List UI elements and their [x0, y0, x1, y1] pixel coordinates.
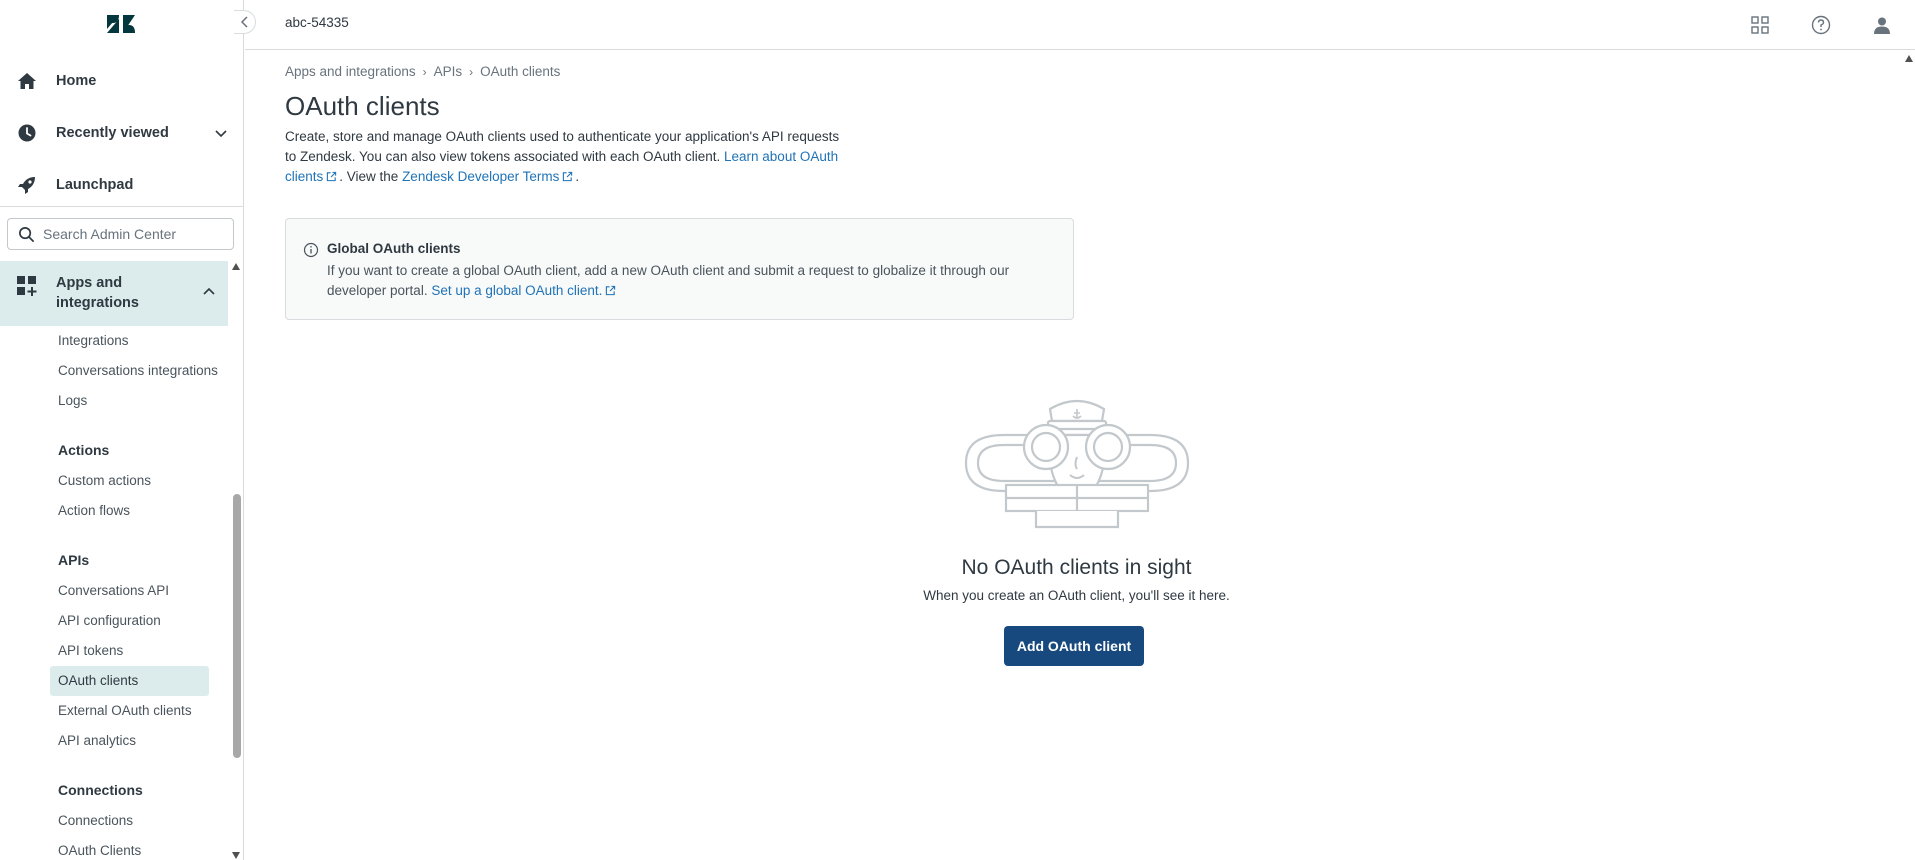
nav-scroll-area: Apps and integrations Integrations Conver…	[0, 261, 243, 860]
nav-subitem[interactable]: OAuth Clients	[0, 836, 228, 860]
nav-section-apps-integrations[interactable]: Apps and integrations	[0, 261, 228, 326]
nav-subitem[interactable]: Action flows	[0, 496, 228, 526]
nav-item-label: Launchpad	[56, 177, 134, 193]
breadcrumb-current: OAuth clients	[480, 64, 561, 79]
main-scroll-up-arrow[interactable]	[1905, 55, 1913, 62]
nav-subitem[interactable]: Custom actions	[0, 466, 228, 496]
nav-sub-list: Integrations Conversations integrations Lo…	[0, 326, 228, 860]
scroll-down-arrow[interactable]	[232, 852, 240, 859]
side-nav: Home Recently viewed Launchpad Search Ad…	[0, 0, 244, 860]
primary-nav: Home Recently viewed Launchpad	[0, 55, 243, 211]
nav-subitem[interactable]: API tokens	[0, 636, 228, 666]
nav-item-recently-viewed[interactable]: Recently viewed	[0, 107, 243, 159]
rocket-icon	[16, 174, 38, 196]
apps-icon	[17, 276, 37, 296]
nav-subitem[interactable]: Conversations API	[0, 576, 228, 606]
nav-item-launchpad[interactable]: Launchpad	[0, 159, 243, 211]
nav-item-label: Home	[56, 73, 97, 89]
nav-group-heading: Actions	[58, 442, 110, 458]
products-grid-icon[interactable]	[1748, 13, 1772, 37]
chevron-right-icon: ›	[469, 64, 474, 79]
notice-text: If you want to create a global OAuth cli…	[327, 263, 1010, 298]
desc-text: . View the	[339, 169, 403, 184]
help-icon[interactable]	[1809, 13, 1833, 37]
nav-subitem[interactable]: Connections	[0, 806, 228, 836]
nav-scrollbar-thumb[interactable]	[233, 494, 241, 758]
nav-subitem-active[interactable]: OAuth clients	[50, 666, 209, 696]
nav-group-heading: Connections	[58, 782, 143, 798]
link-text: Set up a global OAuth client.	[431, 283, 603, 298]
external-link-icon	[327, 171, 337, 182]
add-oauth-client-button[interactable]: Add OAuth client	[1004, 626, 1144, 666]
global-oauth-notice: Global OAuth clients If you want to crea…	[285, 218, 1074, 320]
nav-item-home[interactable]: Home	[0, 55, 243, 107]
link-text: Zendesk Developer Terms	[402, 169, 560, 184]
nav-section-label: Apps and integrations	[56, 275, 139, 311]
external-link-icon	[606, 285, 616, 296]
search-icon	[19, 226, 34, 242]
nav-subitem[interactable]: Logs	[0, 386, 228, 416]
nav-subitem[interactable]: External OAuth clients	[0, 696, 228, 726]
top-bar: abc-54335	[245, 0, 1915, 50]
notice-title: Global OAuth clients	[327, 241, 461, 256]
main-content: Apps and integrations › APIs › OAuth cli…	[245, 51, 1915, 860]
breadcrumb: Apps and integrations › APIs › OAuth cli…	[285, 64, 560, 79]
global-client-link[interactable]: Set up a global OAuth client.	[431, 283, 618, 298]
breadcrumb-item[interactable]: Apps and integrations	[285, 64, 416, 79]
nav-subitem[interactable]: API analytics	[0, 726, 228, 756]
nav-subitem[interactable]: Conversations integrations	[0, 356, 228, 386]
admin-search[interactable]	[7, 218, 234, 250]
nav-item-label: Recently viewed	[56, 125, 169, 141]
nav-subitem[interactable]: API configuration	[0, 606, 228, 636]
empty-state-subtitle: When you create an OAuth client, you'll …	[923, 588, 1230, 603]
clock-icon	[16, 122, 38, 144]
notice-body: If you want to create a global OAuth cli…	[327, 261, 1047, 301]
chevron-down-icon[interactable]	[214, 126, 228, 140]
chevron-right-icon: ›	[422, 64, 427, 79]
nav-group-heading: APIs	[58, 552, 90, 568]
zendesk-logo-icon[interactable]	[104, 11, 138, 37]
page-description: Create, store and manage OAuth clients u…	[285, 127, 845, 187]
nav-divider	[0, 206, 243, 207]
account-name: abc-54335	[285, 15, 349, 30]
search-input[interactable]	[43, 226, 223, 242]
scroll-up-arrow[interactable]	[232, 263, 240, 270]
empty-state-title: No OAuth clients in sight	[961, 556, 1192, 579]
breadcrumb-item[interactable]: APIs	[434, 64, 463, 79]
chevron-up-icon[interactable]	[202, 285, 216, 299]
home-icon	[16, 70, 38, 92]
page-title: OAuth clients	[285, 91, 440, 121]
external-link-icon	[563, 171, 573, 182]
info-icon	[303, 242, 319, 258]
chevron-left-icon	[240, 16, 248, 28]
developer-terms-link[interactable]: Zendesk Developer Terms	[402, 169, 575, 184]
desc-text: .	[575, 169, 580, 184]
user-profile-icon[interactable]	[1870, 13, 1894, 37]
nav-subitem[interactable]: Integrations	[0, 326, 228, 356]
binoculars-sailor-illustration	[964, 399, 1190, 529]
